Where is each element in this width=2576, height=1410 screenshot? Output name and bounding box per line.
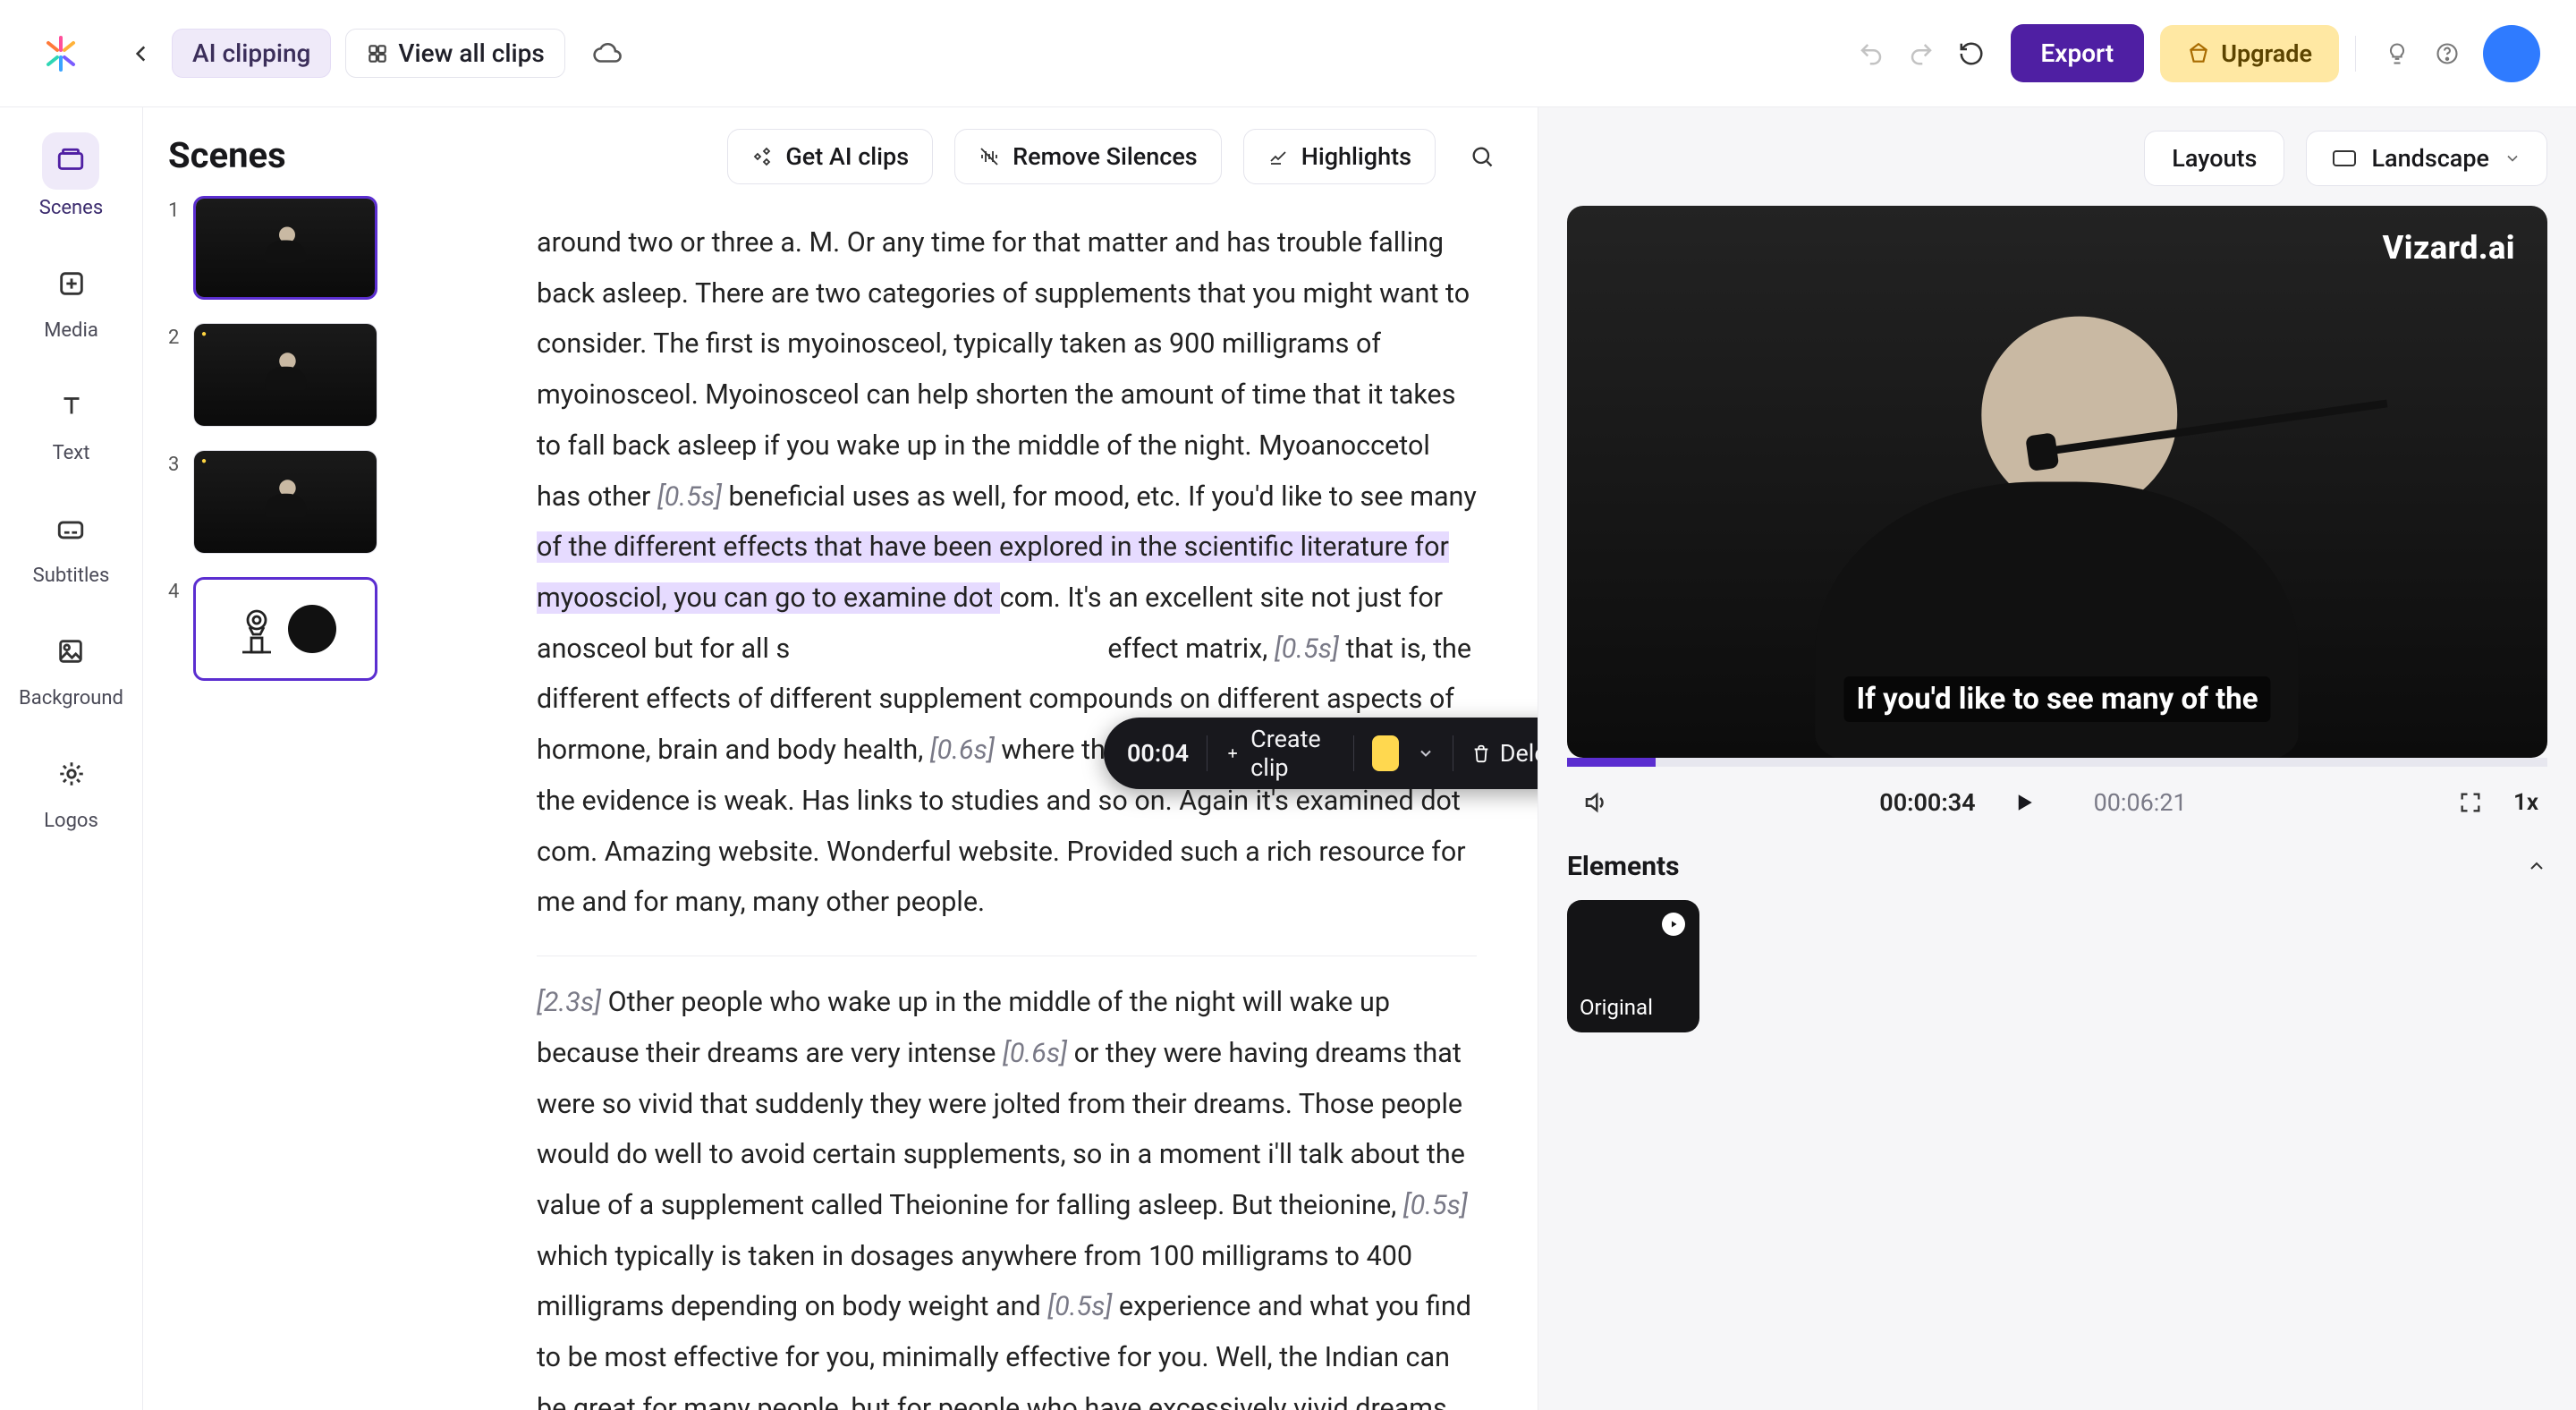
scenes-title: Scenes [168,134,286,176]
element-tile-original[interactable]: Original [1567,900,1699,1032]
rail-item-scenes[interactable]: Scenes [39,132,103,219]
transcript-paragraph[interactable]: [2.3s] Other people who wake up in the m… [537,978,1477,1410]
get-ai-clips-label: Get AI clips [785,142,909,171]
silence-gap: [0.5s] [1275,633,1339,665]
rail-label: Scenes [39,197,103,219]
video-caption: If you'd like to see many of the [1843,676,2270,722]
silence-gap: [0.6s] [1003,1038,1067,1069]
chevron-up-icon[interactable] [2526,855,2547,877]
rail-item-logos[interactable]: Logos [43,745,100,832]
aspect-label: Landscape [2371,144,2489,173]
rail-label: Logos [44,810,98,832]
rail-item-media[interactable]: Media [43,255,100,342]
undo-button[interactable] [1846,29,1896,79]
redo-button[interactable] [1896,29,1946,79]
export-label: Export [2041,38,2114,68]
rail-label: Subtitles [33,565,110,587]
highlights-button[interactable]: Highlights [1243,129,1436,184]
scene-thumbnail[interactable] [193,196,377,300]
video-controls: 00:00:34 00:06:21 1x [1567,767,2547,838]
user-avatar[interactable] [2483,25,2540,82]
chevron-down-icon [2504,149,2521,167]
export-button[interactable]: Export [2011,24,2145,82]
scene-item[interactable]: 3 ● [168,450,510,554]
silence-gap: [0.5s] [1047,1291,1112,1322]
volume-icon[interactable] [1576,783,1615,822]
transcript-text[interactable]: around two or three a. M. Or any time fo… [531,218,1513,1410]
remove-silences-button[interactable]: Remove Silences [954,129,1222,184]
topbar: AI clipping View all clips Export Upgrad… [0,0,2576,107]
create-clip-label: Create clip [1250,725,1335,782]
rail-label: Text [53,442,90,464]
element-label: Original [1580,995,1653,1020]
layouts-label: Layouts [2172,144,2257,173]
watermark: Vizard.ai [2383,229,2515,267]
layouts-button[interactable]: Layouts [2144,131,2284,186]
ai-clipping-label: AI clipping [192,38,310,68]
scenes-panel: Scenes 1 2 ● 3 ● 4 [143,107,531,1410]
playback-speed[interactable]: 1x [2513,789,2538,816]
delete-button[interactable]: Delete [1471,739,1538,768]
search-icon[interactable] [1457,132,1507,182]
ai-clipping-button[interactable]: AI clipping [172,29,331,78]
remove-silences-label: Remove Silences [1013,142,1198,171]
scene-number: 1 [168,196,181,222]
create-clip-button[interactable]: Create clip [1225,725,1335,782]
left-rail: Scenes Media Text Subtitles Background L… [0,107,143,1410]
silence-gap: [0.6s] [930,735,995,766]
video-preview[interactable]: Vizard.ai If you'd like to see many of t… [1567,206,2547,758]
app-logo[interactable] [36,29,86,79]
idea-icon[interactable] [2372,29,2422,79]
silence-gap: [0.5s] [1403,1190,1468,1221]
scene-thumbnail[interactable]: ● [193,323,377,427]
time-current: 00:00:34 [1879,788,1975,817]
upgrade-button[interactable]: Upgrade [2160,25,2339,82]
rail-item-text[interactable]: Text [43,378,100,464]
scene-thumbnail[interactable]: ● [193,450,377,554]
scene-number: 3 [168,450,181,476]
rail-item-background[interactable]: Background [19,623,123,709]
transcript-panel: Get AI clips Remove Silences Highlights … [531,107,1538,1410]
transcript-paragraph[interactable]: around two or three a. M. Or any time fo… [537,218,1477,929]
scene-item[interactable]: 2 ● [168,323,510,427]
back-button[interactable] [122,34,161,73]
silence-gap: [2.3s] [537,987,601,1018]
preview-panel: Layouts Landscape Vizard.ai If you'd lik… [1538,107,2576,1410]
selection-toolbar: 00:04 Create clip Delete [1104,718,1538,789]
scene-number: 4 [168,577,181,603]
rail-label: Background [19,687,123,709]
history-button[interactable] [1946,29,1996,79]
view-all-clips-button[interactable]: View all clips [345,29,564,78]
fullscreen-icon[interactable] [2451,783,2490,822]
selection-duration: 00:04 [1127,739,1189,768]
get-ai-clips-button[interactable]: Get AI clips [727,129,933,184]
highlight-color-chip[interactable] [1372,735,1399,771]
cloud-sync-icon[interactable] [587,34,626,73]
scene-thumbnail[interactable] [193,577,377,681]
view-all-clips-label: View all clips [398,38,544,68]
delete-label: Delete [1500,739,1538,768]
aspect-dropdown[interactable]: Landscape [2306,131,2547,186]
video-progress[interactable] [1567,758,2547,767]
scene-item[interactable]: 1 [168,196,510,300]
play-icon [1662,913,1685,936]
rail-item-subtitles[interactable]: Subtitles [33,500,110,587]
help-icon[interactable] [2422,29,2472,79]
time-total: 00:06:21 [2094,788,2187,817]
scene-item[interactable]: 4 [168,577,510,681]
elements-title: Elements [1567,851,1680,882]
scene-number: 2 [168,323,181,349]
highlights-label: Highlights [1301,142,1411,171]
rail-label: Media [44,319,98,342]
silence-gap: [0.5s] [657,481,722,513]
play-button[interactable] [2004,783,2044,822]
chevron-down-icon[interactable] [1417,744,1435,762]
elements-header[interactable]: Elements [1567,851,2547,882]
upgrade-label: Upgrade [2221,39,2312,68]
